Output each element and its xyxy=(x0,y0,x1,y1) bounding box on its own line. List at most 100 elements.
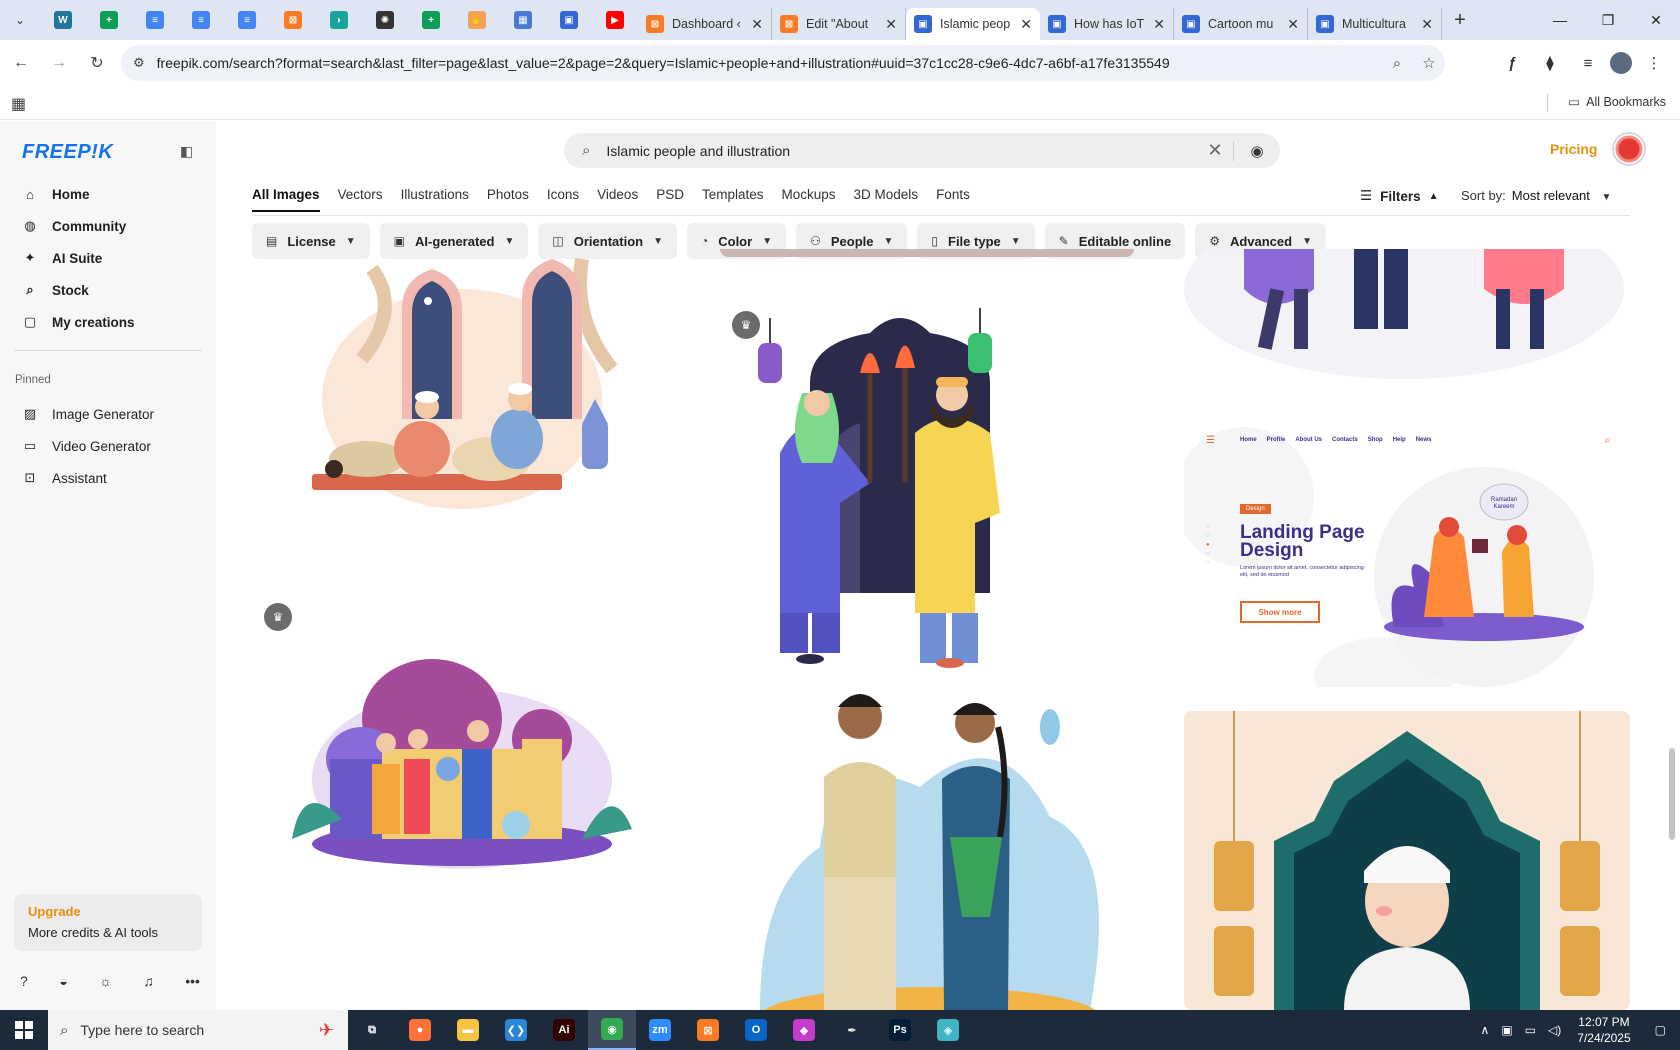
tab-close-icon[interactable]: ✕ xyxy=(1020,16,1032,33)
fontfinder-extension-icon[interactable]: ƒ xyxy=(1496,48,1528,78)
tab-3d-models[interactable]: 3D Models xyxy=(854,187,919,212)
tab-close-icon[interactable]: ✕ xyxy=(1421,16,1433,33)
sidebar-item-video-generator[interactable]: ▭ Video Generator xyxy=(14,430,204,462)
search-input[interactable]: Islamic people and illustration xyxy=(606,143,1197,159)
help-icon[interactable]: ? xyxy=(20,973,28,989)
taskbar-app-zoom[interactable]: zm xyxy=(636,1010,684,1050)
taskbar-clock[interactable]: 12:07 PM 7/24/2025 xyxy=(1577,1014,1630,1046)
tab-search-chevron-icon[interactable]: ⌄ xyxy=(0,0,40,40)
apps-grid-icon[interactable]: ▦ xyxy=(11,94,26,114)
sidebar-item-community[interactable]: ◍ Community xyxy=(14,210,204,242)
collapse-sidebar-icon[interactable]: ◧ xyxy=(180,143,193,160)
taskbar-app-pen-tool[interactable]: ✒ xyxy=(828,1010,876,1050)
taskbar-search-box[interactable]: ⌕ Type here to search ✈ xyxy=(48,1010,348,1050)
tab-fonts[interactable]: Fonts xyxy=(936,187,970,212)
sidebar-item-my-creations[interactable]: ▢ My creations xyxy=(14,306,204,338)
search-bar[interactable]: ⌕ Islamic people and illustration ✕ ◉ xyxy=(564,133,1280,168)
browser-tab-3[interactable]: ▣ How has IoT ✕ xyxy=(1040,8,1174,40)
sidebar-item-ai-suite[interactable]: ✦ AI Suite xyxy=(14,242,204,274)
tab-close-icon[interactable]: ✕ xyxy=(1287,16,1299,33)
windows-start-button[interactable] xyxy=(0,1010,48,1050)
network-icon[interactable]: ▭ xyxy=(1525,1023,1536,1037)
pinned-tab-4[interactable]: ≡ xyxy=(224,0,270,40)
image-card-ramadan-boy[interactable] xyxy=(1184,711,1630,1010)
taskbar-app-outlook[interactable]: O xyxy=(732,1010,780,1050)
image-card-partial-top[interactable] xyxy=(720,249,1134,257)
restore-icon[interactable]: ❐ xyxy=(1584,12,1632,29)
pinned-tab-9[interactable]: ✋ xyxy=(454,0,500,40)
notifications-icon[interactable]: ▢ xyxy=(1655,1023,1666,1037)
more-options-icon[interactable]: ••• xyxy=(185,973,200,989)
pinned-tab-6[interactable]: ◗ xyxy=(316,0,362,40)
browser-tab-1[interactable]: ⊠ Edit "About ✕ xyxy=(772,8,906,40)
camera-search-icon[interactable]: ◉ xyxy=(1234,142,1280,160)
tab-templates[interactable]: Templates xyxy=(702,187,764,212)
bookmark-star-icon[interactable]: ☆ xyxy=(1413,54,1445,72)
tab-videos[interactable]: Videos xyxy=(597,187,638,212)
pinned-tab-10[interactable]: ▦ xyxy=(500,0,546,40)
browser-tab-4[interactable]: ▣ Cartoon mu ✕ xyxy=(1174,8,1308,40)
pinned-tab-1[interactable]: + xyxy=(86,0,132,40)
freepik-logo[interactable]: FREEP!K xyxy=(22,141,113,164)
pinned-tab-7[interactable]: ✺ xyxy=(362,0,408,40)
browser-tab-2[interactable]: ▣ Islamic peop ✕ xyxy=(906,8,1040,40)
taskbar-app-vscode[interactable]: ❮❯ xyxy=(492,1010,540,1050)
volume-icon[interactable]: ◁) xyxy=(1548,1023,1561,1037)
sidebar-item-stock[interactable]: ⌕ Stock xyxy=(14,274,204,306)
site-settings-icon[interactable]: ⚙ xyxy=(133,55,145,71)
pinned-tab-11[interactable]: ▣ xyxy=(546,0,592,40)
tab-illustrations[interactable]: Illustrations xyxy=(401,187,469,212)
profile-avatar[interactable] xyxy=(1610,52,1632,74)
tray-chevron-icon[interactable]: ∧ xyxy=(1481,1023,1490,1037)
pinned-tab-5[interactable]: ⊠ xyxy=(270,0,316,40)
omnibox[interactable]: ⚙ freepik.com/search?format=search&last_… xyxy=(121,45,1445,81)
taskbar-app-photoshop[interactable]: Ps xyxy=(876,1010,924,1050)
filters-toggle[interactable]: ☰ Filters ▲ xyxy=(1360,188,1439,204)
tab-all-images[interactable]: All Images xyxy=(252,187,320,212)
url-text[interactable]: freepik.com/search?format=search&last_fi… xyxy=(157,55,1381,71)
minimize-icon[interactable]: — xyxy=(1536,12,1584,28)
user-avatar[interactable] xyxy=(1612,132,1646,166)
sidebar-item-image-generator[interactable]: ▨ Image Generator xyxy=(14,398,204,430)
taskbar-app-app[interactable]: ◈ xyxy=(924,1010,972,1050)
tab-icons[interactable]: Icons xyxy=(547,187,579,212)
zoom-icon[interactable]: ⌕ xyxy=(1381,55,1413,72)
pinned-app-icon[interactable]: ✈ xyxy=(319,1020,334,1041)
browser-tab-0[interactable]: ⊠ Dashboard ‹ ✕ xyxy=(638,8,772,40)
scrollbar-thumb[interactable] xyxy=(1669,748,1675,840)
taskbar-app-affinity[interactable]: ◆ xyxy=(780,1010,828,1050)
media-control-icon[interactable]: ≡ xyxy=(1572,48,1604,78)
tab-photos[interactable]: Photos xyxy=(487,187,529,212)
notifications-bell-icon[interactable]: ♫ xyxy=(143,973,154,989)
taskbar-app-chrome[interactable]: ◉ xyxy=(588,1010,636,1050)
reload-icon[interactable]: ↻ xyxy=(80,53,114,73)
taskbar-app-xampp[interactable]: ⊠ xyxy=(684,1010,732,1050)
extensions-puzzle-icon[interactable]: ⧫ xyxy=(1534,48,1566,78)
image-card-prayer[interactable] xyxy=(252,249,666,509)
page-scrollbar[interactable] xyxy=(1664,121,1680,1010)
sort-dropdown[interactable]: Sort by: Most relevant ▼ xyxy=(1461,188,1611,203)
pinned-tab-2[interactable]: ≡ xyxy=(132,0,178,40)
tab-psd[interactable]: PSD xyxy=(656,187,684,212)
image-card-couple[interactable] xyxy=(720,687,1134,1010)
pricing-link[interactable]: Pricing xyxy=(1550,141,1597,157)
discord-icon[interactable]: ◒ xyxy=(59,973,67,989)
forward-arrow-icon[interactable]: → xyxy=(42,54,76,72)
clear-search-icon[interactable]: ✕ xyxy=(1197,140,1233,161)
pinned-tab-0[interactable]: W xyxy=(40,0,86,40)
image-card-mosque-charity[interactable] xyxy=(252,599,666,869)
tab-mockups[interactable]: Mockups xyxy=(782,187,836,212)
taskbar-app-illustrator[interactable]: Ai xyxy=(540,1010,588,1050)
back-arrow-icon[interactable]: ← xyxy=(4,54,38,72)
tab-vectors[interactable]: Vectors xyxy=(338,187,383,212)
all-bookmarks-button[interactable]: ▭ All Bookmarks xyxy=(1568,94,1666,110)
image-card-people-partial[interactable] xyxy=(1184,249,1630,449)
sidebar-item-assistant[interactable]: ⊡ Assistant xyxy=(14,462,204,494)
browser-tab-5[interactable]: ▣ Multicultura ✕ xyxy=(1308,8,1442,40)
image-card-torch-celebration[interactable] xyxy=(720,283,1134,753)
sidebar-item-home[interactable]: ⌂ Home xyxy=(14,178,204,210)
taskbar-app-task-view[interactable]: ⧉ xyxy=(348,1010,396,1050)
new-tab-button[interactable]: + xyxy=(1442,9,1478,32)
tab-close-icon[interactable]: ✕ xyxy=(885,16,897,33)
pinned-tab-12[interactable]: ▶ xyxy=(592,0,638,40)
